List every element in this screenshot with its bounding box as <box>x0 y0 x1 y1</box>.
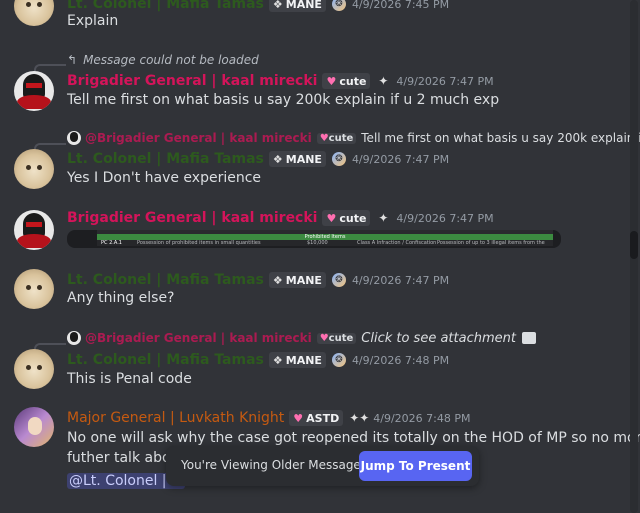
message-text: futher talk abou <box>67 450 180 466</box>
image-icon <box>521 332 536 344</box>
message: @Brigadier General | kaal mirecki ♥cute … <box>0 329 626 394</box>
sparkle-icon: ✦✦ <box>349 411 370 425</box>
sparkle-icon: ✦ <box>378 74 389 88</box>
reply-preview[interactable]: ↰ Message could not be loaded <box>67 52 259 68</box>
message-text: Yes I Don't have experience <box>67 170 262 186</box>
role-tag: ♥ ASTD <box>289 410 344 426</box>
badge-icon: ❂ <box>331 273 346 287</box>
username[interactable]: Lt. Colonel | Mafia Tamas <box>67 151 264 167</box>
reply-arrow-icon: ↰ <box>67 53 78 67</box>
avatar[interactable] <box>14 349 54 389</box>
reply-avatar <box>67 131 81 145</box>
reply-role-tag: ♥cute <box>316 132 357 144</box>
username[interactable]: Lt. Colonel | Mafia Tamas <box>67 0 264 12</box>
username[interactable]: Brigadier General | kaal mirecki <box>67 73 317 89</box>
message: ↰ Message could not be loaded Brigadier … <box>0 50 626 115</box>
message-text: This is Penal code <box>67 371 192 387</box>
message-text: Explain <box>67 13 119 29</box>
chat-area: Lt. Colonel | Mafia Tamas ❖ MANE ❂ 4/9/20… <box>0 0 640 513</box>
avatar[interactable] <box>14 407 54 447</box>
heart-icon: ♥ <box>326 211 337 225</box>
timestamp: 4/9/2026 7:48 PM <box>373 411 471 425</box>
username[interactable]: Brigadier General | kaal mirecki <box>67 210 317 226</box>
role-tag: ♥ cute <box>322 210 371 226</box>
avatar[interactable] <box>14 0 54 26</box>
timestamp: 4/9/2026 7:45 PM <box>351 0 450 11</box>
badge-icon: ❂ <box>331 0 346 11</box>
avatar[interactable] <box>14 71 54 111</box>
reply-role-tag: ♥cute <box>316 332 357 344</box>
message-text: Any thing else? <box>67 290 175 306</box>
username[interactable]: Major General | Luvkath Knight <box>67 410 284 426</box>
role-tag: ❖ MANE <box>268 352 326 368</box>
message: Brigadier General | kaal mirecki ♥ cute ✦… <box>0 208 626 253</box>
older-messages-text: You're Viewing Older Messages <box>181 458 368 472</box>
role-tag: ♥ cute <box>322 73 371 89</box>
diamond-icon: ❖ <box>272 353 283 367</box>
heart-icon: ♥ <box>319 332 329 344</box>
avatar[interactable] <box>14 210 54 250</box>
timestamp: 4/9/2026 7:47 PM <box>351 152 450 166</box>
heart-icon: ♥ <box>319 132 329 144</box>
heart-icon: ♥ <box>293 411 304 425</box>
role-tag: ❖ MANE <box>268 0 326 12</box>
diamond-icon: ❖ <box>272 273 283 287</box>
message: Lt. Colonel | Mafia Tamas ❖ MANE ❂ 4/9/20… <box>0 268 626 313</box>
diamond-icon: ❖ <box>272 0 283 11</box>
message-text: Tell me first on what basis u say 200k e… <box>67 92 500 108</box>
role-tag: ❖ MANE <box>268 151 326 167</box>
attachment-image[interactable]: Prohibited Items PC 2.A.1 Possession of … <box>67 230 561 248</box>
message-text: No one will ask why the case got reopene… <box>67 430 640 446</box>
role-tag: ❖ MANE <box>268 272 326 288</box>
diamond-icon: ❖ <box>272 152 283 166</box>
sparkle-icon: ✦ <box>378 211 389 225</box>
avatar[interactable] <box>14 149 54 189</box>
reply-avatar <box>67 331 81 345</box>
message: @Brigadier General | kaal mirecki ♥cute … <box>0 129 640 194</box>
timestamp: 4/9/2026 7:47 PM <box>396 211 494 225</box>
reply-preview[interactable]: @Brigadier General | kaal mirecki ♥cute … <box>67 330 536 346</box>
avatar[interactable] <box>14 269 54 309</box>
badge-icon: ❂ <box>331 152 346 166</box>
username[interactable]: Lt. Colonel | Mafia Tamas <box>67 272 264 288</box>
timestamp: 4/9/2026 7:47 PM <box>351 273 450 287</box>
heart-icon: ♥ <box>326 74 337 88</box>
jump-to-present-button[interactable]: Jump To Present <box>359 451 472 481</box>
timestamp: 4/9/2026 7:47 PM <box>396 74 494 88</box>
timestamp: 4/9/2026 7:48 PM <box>351 353 450 367</box>
badge-icon: ❂ <box>331 353 346 367</box>
message: Lt. Colonel | Mafia Tamas ❖ MANE ❂ 4/9/20… <box>0 0 626 40</box>
scrollbar-thumb[interactable] <box>630 231 638 259</box>
username[interactable]: Lt. Colonel | Mafia Tamas <box>67 352 264 368</box>
older-messages-banner: You're Viewing Older Messages Jump To Pr… <box>166 446 479 486</box>
reply-preview[interactable]: @Brigadier General | kaal mirecki ♥cute … <box>67 130 640 146</box>
